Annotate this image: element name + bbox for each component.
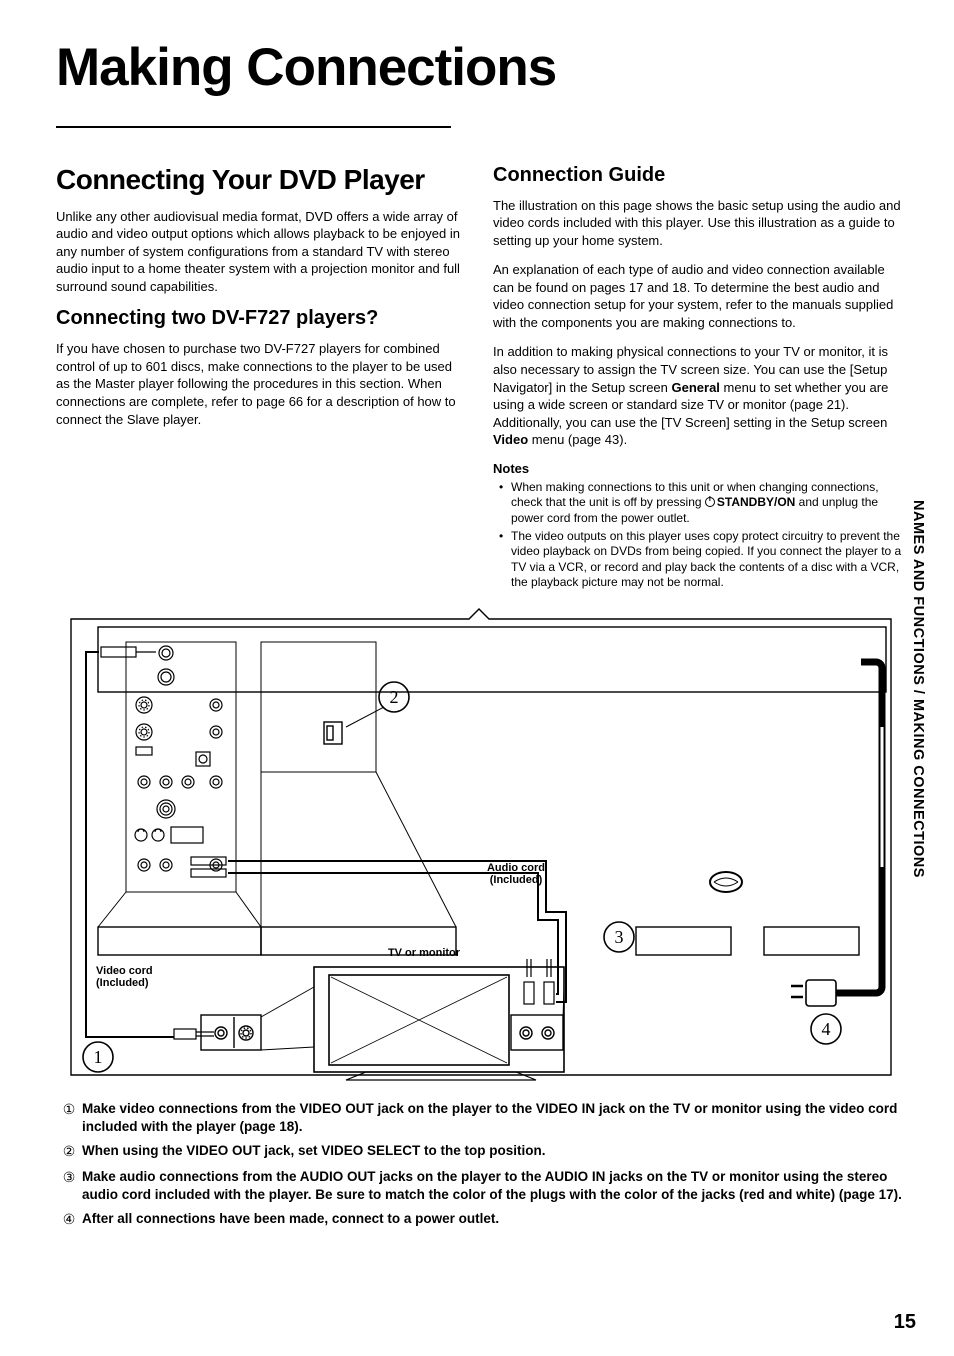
steps-list: ① Make video connections from the VIDEO … [56,1100,906,1229]
step-number-2: ② [56,1142,82,1161]
right-column: Connection Guide The illustration on thi… [493,164,906,593]
step-text: After all connections have been made, co… [82,1210,906,1229]
connection-diagram: Audio cord (Included) Video cord (Includ… [56,607,906,1082]
side-section-label: NAMES AND FUNCTIONS / MAKING CONNECTIONS [910,500,926,878]
main-title: Making Connections [56,40,906,96]
label-video-cord: Video cord (Included) [96,965,196,989]
step-text: Make video connections from the VIDEO OU… [82,1100,906,1136]
body-paragraph: An explanation of each type of audio and… [493,261,906,331]
text-run: menu (page 43). [528,432,627,447]
svg-text:1: 1 [94,1047,103,1067]
step-number-1: ① [56,1100,82,1136]
label-tv-monitor: TV or monitor [364,947,484,959]
body-paragraph: Unlike any other audiovisual media forma… [56,208,469,296]
subheading-two-players: Connecting two DV-F727 players? [56,307,469,330]
subheading-connection-guide: Connection Guide [493,164,906,187]
body-paragraph: If you have chosen to purchase two DV-F7… [56,340,469,428]
svg-text:3: 3 [615,927,624,947]
body-paragraph: In addition to making physical connectio… [493,343,906,448]
step-item: ② When using the VIDEO OUT jack, set VID… [56,1142,906,1161]
step-text: When using the VIDEO OUT jack, set VIDEO… [82,1142,906,1161]
step-number-4: ④ [56,1210,82,1229]
body-paragraph: The illustration on this page shows the … [493,197,906,250]
page-number: 15 [894,1311,916,1334]
bold-standby: STANDBY/ON [717,495,795,509]
step-item: ① Make video connections from the VIDEO … [56,1100,906,1136]
bold-video: Video [493,432,528,447]
svg-text:2: 2 [390,687,399,707]
notes-list: When making connections to this unit or … [493,480,906,591]
note-item: The video outputs on this player uses co… [503,529,906,591]
left-column: Connecting Your DVD Player Unlike any ot… [56,164,469,593]
step-number-3: ③ [56,1168,82,1204]
step-item: ③ Make audio connections from the AUDIO … [56,1168,906,1204]
step-item: ④ After all connections have been made, … [56,1210,906,1229]
notes-heading: Notes [493,461,906,476]
two-column-layout: Connecting Your DVD Player Unlike any ot… [56,164,906,593]
svg-text:4: 4 [822,1019,831,1039]
bold-general: General [672,380,720,395]
power-icon [705,497,715,507]
label-audio-cord: Audio cord (Included) [461,862,571,886]
step-text: Make audio connections from the AUDIO OU… [82,1168,906,1204]
note-item: When making connections to this unit or … [503,480,906,527]
title-rule [56,126,451,128]
section-heading-connecting: Connecting Your DVD Player [56,164,469,196]
